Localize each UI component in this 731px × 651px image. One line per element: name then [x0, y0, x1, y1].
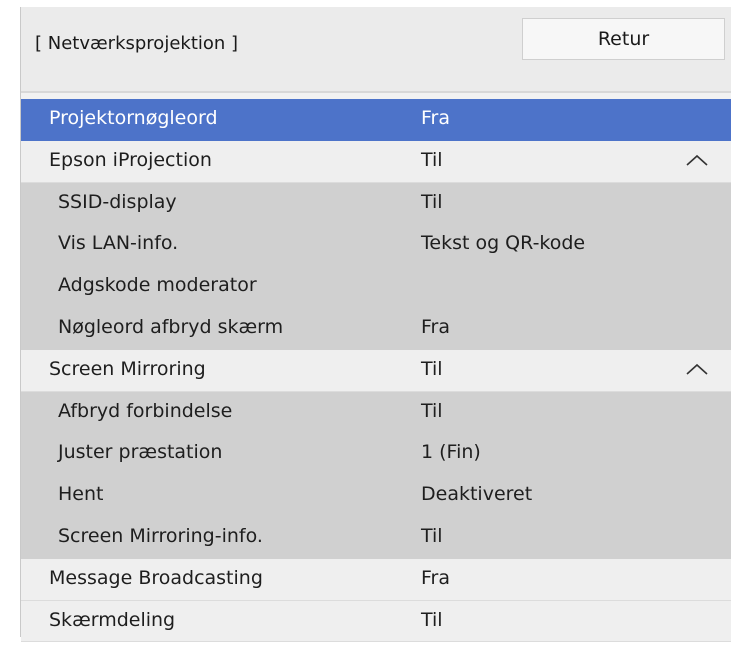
- chevron-up-icon[interactable]: [685, 362, 709, 376]
- setting-label: SSID-display: [58, 190, 177, 213]
- setting-value: Fra: [421, 315, 451, 338]
- setting-row-epson-iprojection[interactable]: Epson iProjection Til: [21, 140, 731, 183]
- setting-label: Screen Mirroring-info.: [58, 524, 263, 547]
- setting-value: Til: [421, 399, 443, 422]
- setting-label: Screen Mirroring: [49, 357, 206, 380]
- return-button[interactable]: Retur: [522, 18, 725, 60]
- setting-row-projector-keyword[interactable]: Projektornøgleord Fra: [21, 99, 731, 141]
- setting-value: Tekst og QR-kode: [421, 232, 586, 255]
- setting-value: Deaktiveret: [421, 483, 533, 506]
- page-title: [ Netværksprojektion ]: [35, 33, 239, 54]
- setting-label: Afbryd forbindelse: [58, 399, 233, 422]
- setting-row-message-broadcasting[interactable]: Message Broadcasting Fra: [21, 558, 731, 601]
- setting-label: Nøgleord afbryd skærm: [58, 315, 284, 338]
- setting-label: Adgskode moderator: [58, 274, 257, 297]
- setting-value: Til: [421, 357, 443, 380]
- setting-label: Hent: [58, 483, 104, 506]
- setting-row-ssid-display[interactable]: SSID-display Til: [21, 182, 731, 225]
- setting-row-keyword-interrupt[interactable]: Nøgleord afbryd skærm Fra: [21, 307, 731, 350]
- setting-label: Message Broadcasting: [49, 566, 263, 589]
- menu-header: [ Netværksprojektion ] Retur: [21, 7, 731, 93]
- setting-label: Projektornøgleord: [49, 107, 218, 129]
- setting-row-screen-mirroring[interactable]: Screen Mirroring Til: [21, 349, 731, 392]
- setting-label: Epson iProjection: [49, 148, 212, 171]
- setting-row-disconnect[interactable]: Afbryd forbindelse Til: [21, 391, 731, 434]
- setting-value: Fra: [421, 107, 451, 129]
- header-divider: [21, 91, 731, 93]
- setting-label: Skærmdeling: [49, 608, 176, 631]
- setting-value: Til: [421, 524, 443, 547]
- setting-row-fetch[interactable]: Hent Deaktiveret: [21, 475, 731, 517]
- projector-menu-screen: [ Netværksprojektion ] Retur Projektornø…: [0, 0, 731, 651]
- setting-row-mirroring-info[interactable]: Screen Mirroring-info. Til: [21, 516, 731, 559]
- setting-value: Fra: [421, 566, 451, 589]
- setting-value: Til: [421, 190, 443, 213]
- settings-list: Projektornøgleord Fra Epson iProjection …: [21, 99, 731, 643]
- setting-row-lan-info[interactable]: Vis LAN-info. Tekst og QR-kode: [21, 224, 731, 267]
- chevron-up-icon[interactable]: [685, 153, 709, 167]
- setting-value: Til: [421, 148, 443, 171]
- setting-row-moderator-password[interactable]: Adgskode moderator: [21, 266, 731, 308]
- menu-panel: [ Netværksprojektion ] Retur Projektornø…: [20, 7, 731, 643]
- setting-value: Til: [421, 608, 443, 631]
- setting-row-screen-sharing[interactable]: Skærmdeling Til: [21, 600, 731, 643]
- setting-row-adjust-performance[interactable]: Juster præstation 1 (Fin): [21, 433, 731, 476]
- setting-label: Juster præstation: [58, 441, 223, 464]
- setting-label: Vis LAN-info.: [58, 232, 179, 255]
- setting-value: 1 (Fin): [421, 441, 481, 464]
